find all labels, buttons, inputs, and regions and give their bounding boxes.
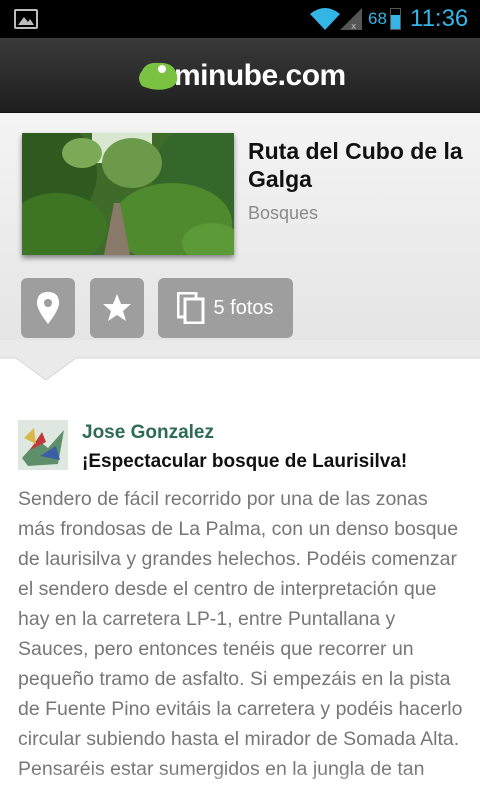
scroll-fade	[0, 770, 480, 800]
review-title: ¡Espectacular bosque de Laurisilva!	[82, 451, 408, 472]
photos-icon	[177, 292, 205, 324]
location-button[interactable]	[21, 278, 75, 338]
avatar[interactable]	[18, 420, 68, 470]
header-pointer	[0, 340, 480, 380]
review-author[interactable]: Jose Gonzalez	[82, 422, 214, 444]
signal-icon: x	[340, 8, 362, 30]
place-title: Ruta del Cubo de la Galga	[248, 138, 463, 192]
minube-logo[interactable]: minube.com	[136, 56, 346, 96]
map-pin-icon	[37, 292, 59, 324]
place-photo[interactable]	[22, 133, 234, 255]
picture-notification-icon	[14, 9, 38, 29]
photos-count-label: 5 fotos	[213, 296, 274, 319]
place-category: Bosques	[248, 203, 319, 223]
logo-text: minube.com	[174, 59, 346, 92]
battery-percent: 68	[368, 9, 387, 28]
status-bar: x 68 11:36	[0, 0, 480, 38]
place-header: Ruta del Cubo de la Galga Bosques 5 foto…	[0, 113, 480, 353]
wifi-icon	[310, 8, 340, 30]
clock: 11:36	[410, 5, 469, 32]
favorite-button[interactable]	[90, 278, 144, 338]
star-icon	[103, 294, 131, 321]
photos-button[interactable]: 5 fotos	[158, 278, 293, 338]
svg-text:x: x	[351, 22, 357, 30]
logo-blob-icon	[139, 62, 178, 90]
app-bar: minube.com	[0, 38, 480, 113]
battery-icon	[390, 8, 401, 30]
review-body: Sendero de fácil recorrido por una de la…	[18, 488, 463, 780]
